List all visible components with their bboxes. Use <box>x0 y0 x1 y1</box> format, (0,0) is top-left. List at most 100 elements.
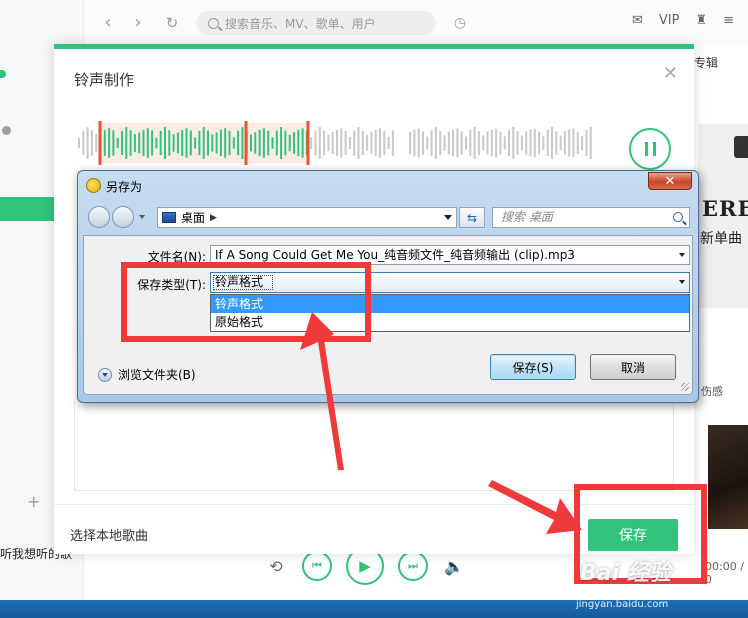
waveform-bar <box>125 127 128 159</box>
selection-handle[interactable] <box>306 121 310 165</box>
waveform-bar <box>512 127 515 159</box>
waveform-bar <box>271 137 274 149</box>
add-icon[interactable]: + <box>27 492 40 511</box>
choose-local-song-link[interactable]: 选择本地歌曲 <box>70 525 148 544</box>
waveform-bar <box>327 134 330 152</box>
forward-icon[interactable]: › <box>128 13 148 33</box>
album-tab[interactable]: 专辑 <box>694 54 718 71</box>
album-badge <box>734 136 748 158</box>
recent-locations-dropdown-icon[interactable] <box>139 215 145 219</box>
waveform-bar <box>542 136 545 150</box>
close-icon[interactable]: ✕ <box>663 65 678 83</box>
volume-icon[interactable]: 🔈 <box>442 551 466 581</box>
next-track-button[interactable]: ⏭ <box>398 551 428 581</box>
browse-folders-toggle[interactable]: 浏览文件夹(B) <box>98 366 196 383</box>
skin-icon[interactable]: ♜ <box>695 13 707 28</box>
waveform-bar <box>86 127 89 159</box>
waveform-bar <box>215 132 218 154</box>
vip-link[interactable]: VIP <box>659 13 680 28</box>
address-bar[interactable]: 桌面 ▶ <box>157 207 457 228</box>
address-dropdown-icon[interactable] <box>444 215 452 220</box>
waveform-bar <box>267 130 270 156</box>
menu-icon[interactable]: ≡ <box>723 13 734 28</box>
waveform-bar <box>146 128 149 158</box>
waveform-bar <box>460 131 463 155</box>
mail-icon[interactable]: ✉ <box>632 13 643 28</box>
waveform-bar <box>228 130 231 156</box>
refresh-button[interactable]: ⇆ <box>459 207 485 228</box>
waveform-bar <box>284 130 287 156</box>
waveform-bar <box>232 137 235 149</box>
breadcrumb-arrow-icon[interactable]: ▶ <box>210 213 217 223</box>
waveform-bar <box>297 129 300 157</box>
waveform-bar <box>456 128 459 158</box>
search-icon <box>673 212 683 222</box>
search-placeholder: 搜索音乐、MV、歌单、用户 <box>225 16 376 31</box>
resize-grip[interactable] <box>681 383 689 391</box>
waveform-bar <box>538 131 541 155</box>
waveform-bar <box>413 129 416 157</box>
search-desktop-placeholder: 搜索 桌面 <box>501 210 553 224</box>
song-list-area <box>74 401 674 491</box>
cancel-button[interactable]: 取消 <box>590 354 676 380</box>
refresh-icon[interactable]: ↻ <box>162 13 182 33</box>
waveform-bar <box>159 130 162 156</box>
pause-button[interactable] <box>629 128 671 170</box>
pause-icon-bar-right <box>652 142 656 156</box>
waveform-bar <box>275 130 278 156</box>
waveform-bar <box>151 130 154 156</box>
waveform-bar <box>168 130 171 156</box>
waveform-bar <box>551 127 553 159</box>
waveform-bar <box>336 129 338 157</box>
waveform-bar <box>340 128 343 158</box>
search-input[interactable]: 搜索音乐、MV、歌单、用户 <box>196 11 436 35</box>
playlist-cover[interactable] <box>708 425 748 529</box>
search-icon <box>208 17 219 29</box>
waveform-bar <box>224 128 227 158</box>
back-icon[interactable]: ‹ <box>98 13 118 33</box>
album-cover[interactable]: ERE 新单曲 <box>698 124 748 308</box>
file-type-dropdown-icon[interactable] <box>679 280 685 284</box>
waveform-bar <box>301 128 304 158</box>
waveform-bar <box>318 127 321 159</box>
waveform-bar <box>194 137 197 149</box>
waveform-bar <box>185 128 188 158</box>
waveform-bar <box>370 131 373 155</box>
waveform-bar <box>546 129 549 157</box>
dialog-title: 铃声制作 <box>74 71 135 89</box>
waveform-bar <box>103 130 106 156</box>
filename-dropdown-icon[interactable] <box>679 253 685 257</box>
close-button[interactable]: ✕ <box>648 172 692 190</box>
waveform-bar <box>387 136 390 150</box>
waveform-bar <box>477 131 480 155</box>
forward-button[interactable] <box>112 206 134 228</box>
sidebar-icon[interactable] <box>2 126 11 135</box>
waveform-bar <box>348 136 351 150</box>
waveform-bar <box>529 129 532 157</box>
waveform-bar <box>409 131 412 155</box>
repeat-icon[interactable]: ⟲ <box>264 551 288 581</box>
selection-handle[interactable] <box>98 121 102 165</box>
playhead-marker[interactable] <box>244 121 248 165</box>
previous-track-button[interactable]: ⏮ <box>302 551 332 581</box>
playlist-tag[interactable]: 伤感 <box>701 383 723 399</box>
waveform-bar <box>314 130 317 156</box>
waveform-bar <box>288 134 291 152</box>
watermark: Bai 经验 jingyan.baidu.com <box>574 555 748 615</box>
waveform-bar <box>499 131 502 155</box>
waveform-bar <box>426 136 429 150</box>
waveform-bar <box>293 132 295 154</box>
search-desktop-input[interactable]: 搜索 桌面 <box>492 207 690 228</box>
album-art-subtitle: 新单曲 <box>700 231 742 247</box>
back-button[interactable] <box>88 206 110 228</box>
waveform-bar <box>503 136 506 150</box>
save-button[interactable]: 保存(S) <box>490 354 576 380</box>
waveform-bar <box>280 127 283 159</box>
waveform-bar <box>568 129 571 157</box>
waveform-bar <box>516 131 519 155</box>
waveform-bar <box>379 128 381 158</box>
clock-icon[interactable]: ◷ <box>450 13 470 33</box>
sidebar-active-item[interactable] <box>0 197 54 221</box>
browse-folders-label: 浏览文件夹(B) <box>118 368 196 382</box>
waveform-bar <box>520 135 523 151</box>
